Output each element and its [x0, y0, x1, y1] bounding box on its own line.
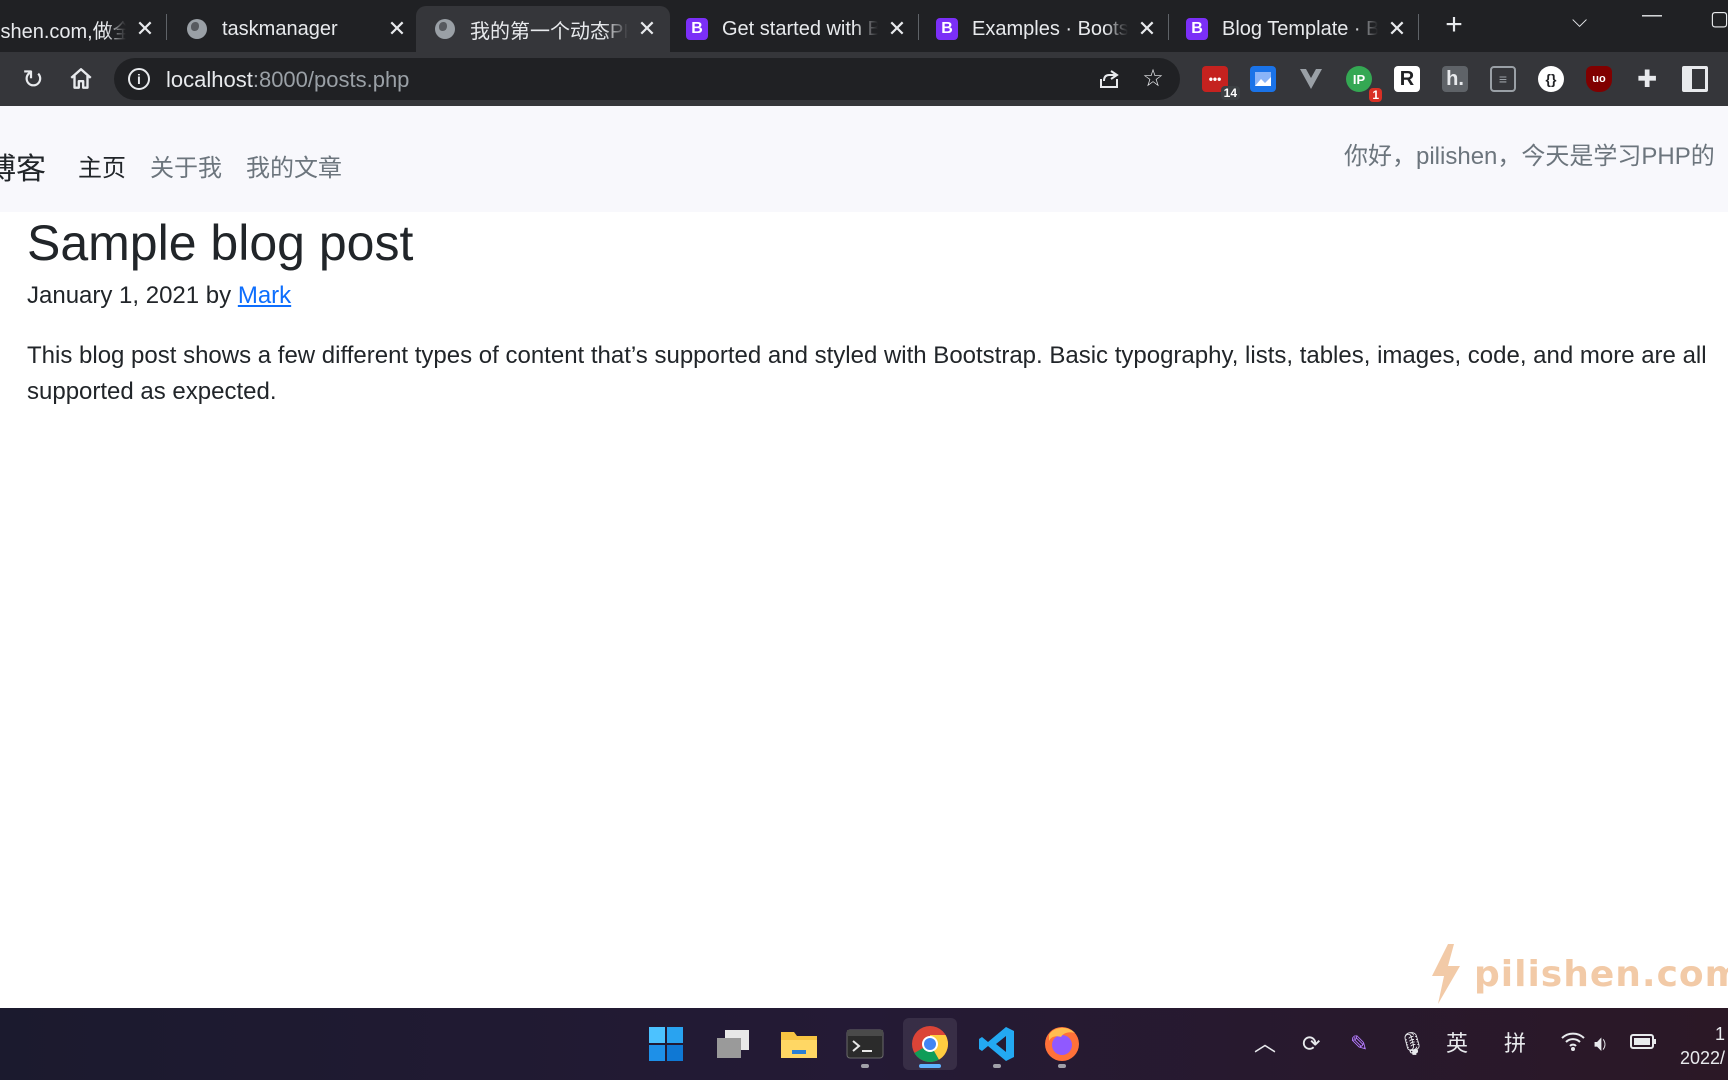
r-extension-icon[interactable]: R — [1394, 66, 1420, 92]
tab-search-chevron-icon[interactable]: ⌵ — [1572, 10, 1587, 33]
ublock-icon[interactable]: uo — [1586, 66, 1612, 92]
tab-title: taskmanager — [222, 17, 338, 40]
chrome-icon[interactable] — [903, 1018, 957, 1070]
reader-extension-icon[interactable]: ≡ — [1490, 66, 1516, 92]
battery-icon[interactable] — [1630, 1030, 1658, 1058]
post-title: Sample blog post — [27, 215, 414, 271]
feather-pen-icon[interactable]: ✎ — [1350, 1030, 1368, 1058]
wifi-icon[interactable] — [1560, 1030, 1586, 1059]
ime-language-indicator[interactable]: 英 — [1446, 1030, 1468, 1058]
task-view-icon[interactable] — [706, 1018, 760, 1070]
close-icon[interactable]: ✕ — [886, 18, 908, 40]
greeting-text: 你好，pilishen，今天是学习PHP的 — [1344, 143, 1715, 170]
web-page: 博客 主页 关于我 我的文章 你好，pilishen，今天是学习PHP的 Sam… — [0, 106, 1728, 1008]
browser-toolbar: ↻ i localhost:8000/posts.php ☆ ••• 14 IP… — [0, 52, 1728, 106]
site-brand[interactable]: 博客 — [0, 144, 46, 188]
tab-separator — [1168, 14, 1169, 40]
post-meta: January 1, 2021 by Mark — [27, 282, 291, 310]
tab-separator — [166, 14, 167, 40]
sync-icon[interactable]: ⟳ — [1302, 1030, 1320, 1058]
system-clock[interactable]: 1 2022/ — [1680, 1022, 1725, 1070]
running-indicator — [1058, 1064, 1066, 1068]
site-navbar: 博客 主页 关于我 我的文章 你好，pilishen，今天是学习PHP的 — [0, 106, 1728, 212]
globe-icon — [434, 18, 456, 40]
tab-title: ishen.com,做全 — [0, 20, 126, 43]
vscode-icon[interactable] — [970, 1018, 1024, 1070]
tab-taskmanager[interactable]: taskmanager ✕ — [186, 6, 408, 52]
h-extension-icon[interactable]: h. — [1442, 66, 1468, 92]
vue-devtools-icon[interactable] — [1298, 66, 1324, 92]
tab-active-php[interactable]: 我的第一个动态PHP ✕ — [416, 6, 670, 52]
volume-icon[interactable]: 🔉︎ — [1594, 1030, 1608, 1058]
clock-date: 2022/ — [1680, 1048, 1726, 1068]
share-icon[interactable] — [1094, 64, 1124, 94]
close-icon[interactable]: ✕ — [1136, 18, 1158, 40]
nav-link-about[interactable]: 关于我 — [150, 148, 222, 183]
post-date: January 1, 2021 — [27, 282, 200, 309]
start-icon[interactable] — [639, 1018, 693, 1070]
clock-time: 1 — [1715, 1024, 1726, 1044]
tab-title: Get started with Bootstrap — [722, 17, 878, 40]
nav-link-home[interactable]: 主页 — [78, 148, 126, 183]
lightning-logo-icon — [1432, 944, 1460, 1004]
maximize-icon[interactable]: ▢ — [1710, 6, 1728, 31]
watermark: pilishen.com — [1426, 942, 1728, 1006]
post-body: This blog post shows a few different typ… — [27, 342, 1707, 405]
screen: ishen.com,做全 ✕ taskmanager ✕ 我的第一个动态PHP … — [0, 0, 1728, 1080]
bootstrap-icon: B — [936, 18, 958, 40]
globe-icon — [186, 18, 208, 40]
firefox-icon[interactable] — [1035, 1018, 1089, 1070]
tab-separator — [1418, 14, 1419, 40]
bootstrap-icon: B — [686, 18, 708, 40]
tab-title: 我的第一个动态PHP — [470, 20, 628, 43]
bootstrap-icon: B — [1186, 18, 1208, 40]
bookmark-star-icon[interactable]: ☆ — [1138, 64, 1168, 94]
url-text[interactable]: localhost:8000/posts.php — [166, 67, 409, 93]
running-indicator — [861, 1064, 869, 1068]
tab-get-started[interactable]: B Get started with Bootstrap ✕ — [686, 6, 908, 52]
nav-link-posts[interactable]: 我的文章 — [246, 148, 342, 183]
puzzle-icon[interactable]: ✚ — [1634, 66, 1660, 93]
show-hidden-icons-chevron-icon[interactable]: ︿ — [1254, 1030, 1276, 1058]
tab-title: Blog Template · Bootstrap — [1222, 17, 1378, 40]
site-info-icon[interactable]: i — [128, 68, 150, 90]
sidepanel-icon[interactable] — [1682, 66, 1708, 92]
tab-title: Examples · Bootstrap — [972, 17, 1128, 40]
tab-strip: ishen.com,做全 ✕ taskmanager ✕ 我的第一个动态PHP … — [0, 0, 1728, 52]
close-icon[interactable]: ✕ — [636, 18, 658, 40]
todo-extension-icon[interactable]: ••• 14 — [1202, 66, 1240, 100]
post-author-link[interactable]: Mark — [238, 282, 291, 309]
running-indicator — [919, 1064, 941, 1068]
close-icon[interactable]: ✕ — [386, 18, 408, 40]
ime-mode-indicator[interactable]: 拼 — [1504, 1030, 1526, 1058]
home-icon[interactable] — [64, 62, 98, 96]
green-extension-icon[interactable]: IP 1 — [1346, 66, 1382, 102]
reload-icon[interactable]: ↻ — [16, 62, 50, 96]
running-indicator — [993, 1064, 1001, 1068]
tab-separator — [918, 14, 919, 40]
close-icon[interactable]: ✕ — [134, 18, 156, 40]
minimize-icon[interactable]: — — [1642, 4, 1662, 27]
microphone-icon[interactable]: 🎙︎ — [1398, 1030, 1426, 1058]
watermark-text: pilishen.com — [1474, 953, 1728, 995]
file-explorer-icon[interactable] — [772, 1018, 826, 1070]
new-tab-plus-icon[interactable]: + — [1438, 10, 1470, 42]
tab-blog-template[interactable]: B Blog Template · Bootstrap ✕ — [1186, 6, 1408, 52]
close-icon[interactable]: ✕ — [1386, 18, 1408, 40]
tab-pilishen[interactable]: ishen.com,做全 ✕ — [0, 6, 156, 52]
tab-examples[interactable]: B Examples · Bootstrap ✕ — [936, 6, 1158, 52]
post-by: by — [205, 282, 232, 309]
address-bar[interactable]: i localhost:8000/posts.php ☆ — [114, 58, 1180, 100]
photo-extension-icon[interactable] — [1250, 66, 1276, 92]
windows-taskbar: ︿ ⟳ ✎ 🎙︎ 英 拼 🔉︎ 1 2022/ — [0, 1008, 1728, 1080]
terminal-icon[interactable] — [838, 1018, 892, 1070]
json-extension-icon[interactable]: {} — [1538, 66, 1564, 92]
